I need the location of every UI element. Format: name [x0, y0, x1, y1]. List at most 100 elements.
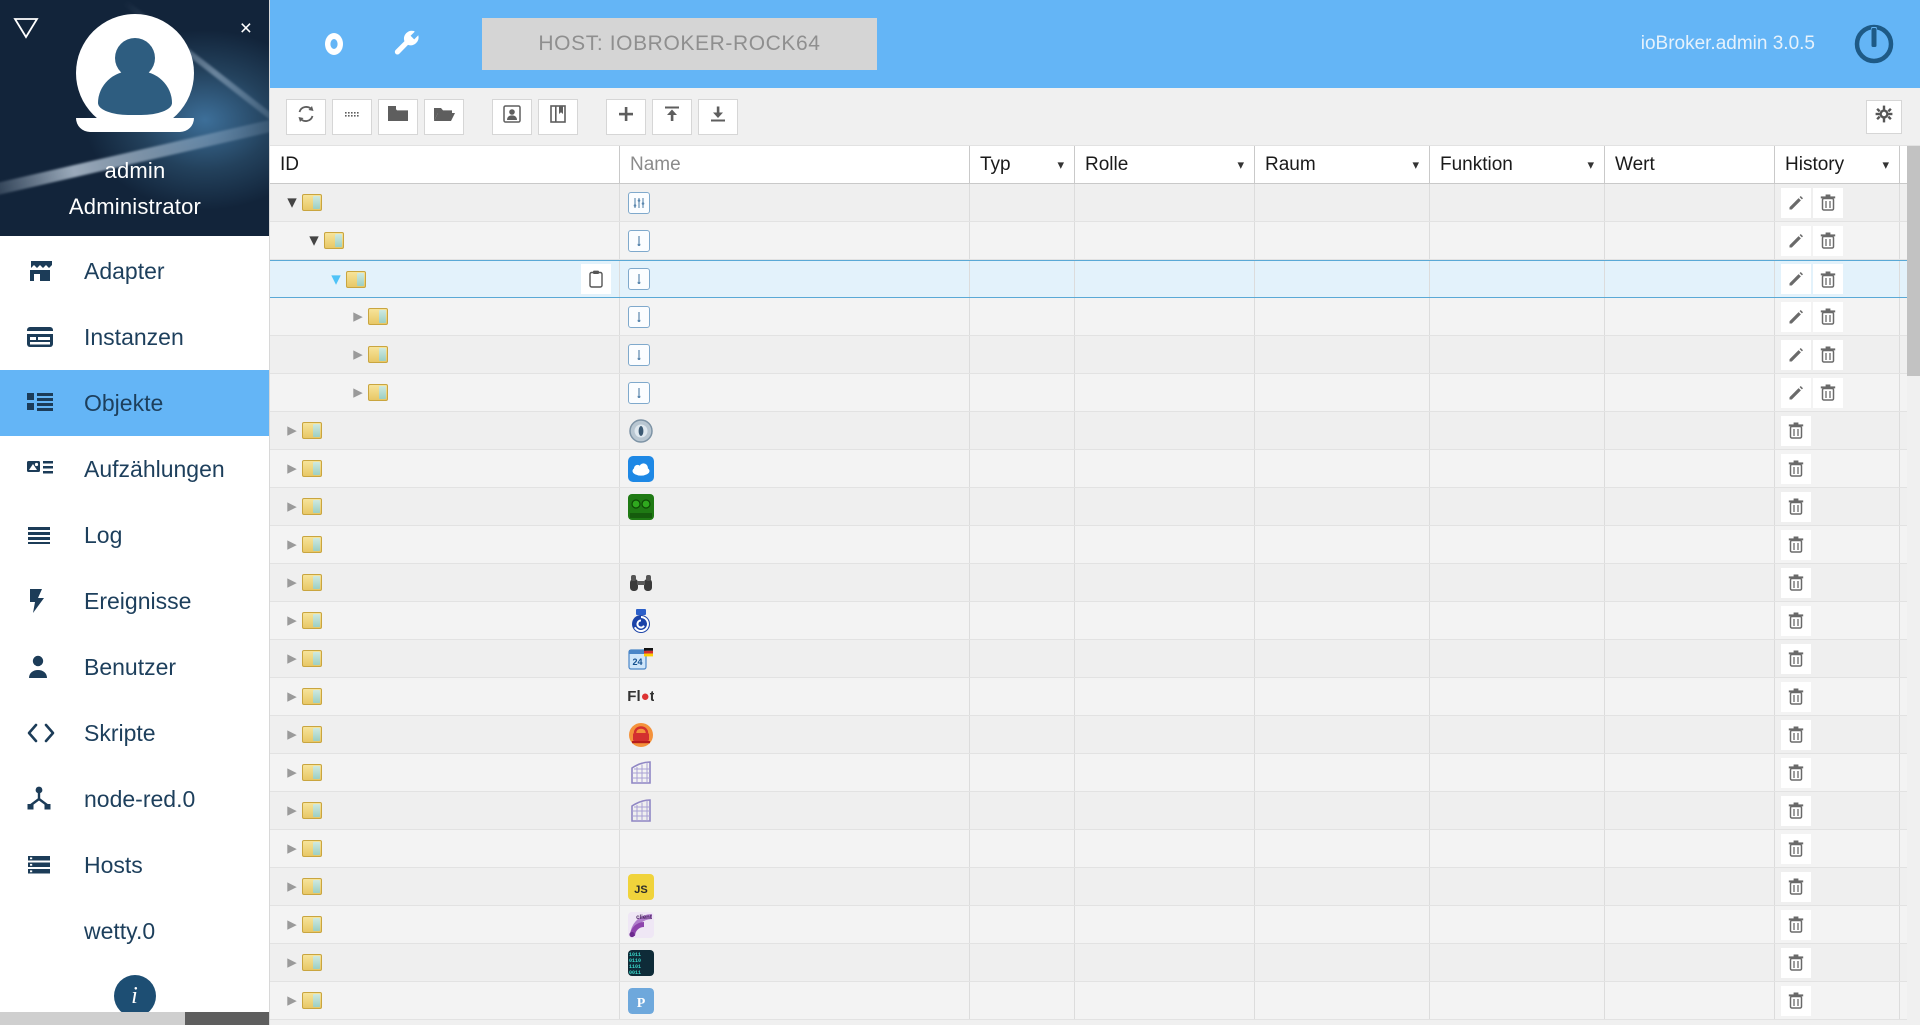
- sidebar-horizontal-scrollbar[interactable]: [0, 1012, 269, 1025]
- cell-wert[interactable]: [1605, 602, 1775, 639]
- tree-collapse-icon[interactable]: ▸: [282, 571, 302, 594]
- cell-rolle[interactable]: [1075, 564, 1255, 601]
- delete-object-button[interactable]: [1813, 301, 1843, 332]
- cell-wert[interactable]: [1605, 564, 1775, 601]
- cell-funktion[interactable]: [1430, 336, 1605, 373]
- cell-wert[interactable]: [1605, 336, 1775, 373]
- cell-name[interactable]: [620, 526, 970, 563]
- cell-funktion[interactable]: [1430, 754, 1605, 791]
- show-users-button[interactable]: [492, 98, 532, 135]
- tree-collapse-icon[interactable]: ▸: [282, 685, 302, 708]
- cell-wert[interactable]: [1605, 716, 1775, 753]
- cell-id[interactable]: ▸: [270, 374, 620, 411]
- cell-wert[interactable]: [1605, 640, 1775, 677]
- table-row[interactable]: ▸: [270, 792, 1920, 830]
- cell-id[interactable]: ▸: [270, 564, 620, 601]
- import-button[interactable]: [652, 98, 692, 135]
- cell-history-actions[interactable]: [1775, 488, 1900, 525]
- cell-rolle[interactable]: [1075, 944, 1255, 981]
- cell-funktion[interactable]: [1430, 298, 1605, 335]
- cell-history-actions[interactable]: [1775, 450, 1900, 487]
- cell-funktion[interactable]: [1430, 602, 1605, 639]
- table-row[interactable]: ▸ 24: [270, 640, 1920, 678]
- cell-typ[interactable]: [970, 830, 1075, 867]
- tree-collapse-icon[interactable]: ▸: [282, 419, 302, 442]
- cell-id[interactable]: ▸: [270, 716, 620, 753]
- cell-id[interactable]: ▸: [270, 412, 620, 449]
- delete-object-button[interactable]: [1781, 833, 1811, 864]
- cell-raum[interactable]: [1255, 564, 1430, 601]
- cell-raum[interactable]: [1255, 488, 1430, 525]
- table-row[interactable]: ▸ JS: [270, 868, 1920, 906]
- cell-rolle[interactable]: [1075, 830, 1255, 867]
- cell-history-actions[interactable]: [1775, 640, 1900, 677]
- cell-typ[interactable]: [970, 298, 1075, 335]
- table-row[interactable]: ▸: [270, 488, 1920, 526]
- table-row[interactable]: ▸: [270, 602, 1920, 640]
- cell-name[interactable]: [620, 830, 970, 867]
- collapse-sidebar-icon[interactable]: [10, 12, 42, 44]
- edit-object-button[interactable]: [1781, 301, 1811, 332]
- table-settings-button[interactable]: [1866, 99, 1902, 134]
- cell-typ[interactable]: [970, 792, 1075, 829]
- table-row[interactable]: ▾: [270, 184, 1920, 222]
- delete-object-button[interactable]: [1781, 681, 1811, 712]
- edit-object-button[interactable]: [1781, 377, 1811, 408]
- table-row[interactable]: ▸ client: [270, 906, 1920, 944]
- cell-funktion[interactable]: [1430, 944, 1605, 981]
- cell-rolle[interactable]: [1075, 374, 1255, 411]
- cell-wert[interactable]: [1605, 298, 1775, 335]
- host-selector[interactable]: HOST: IOBROKER-ROCK64: [482, 18, 877, 70]
- cell-raum[interactable]: [1255, 944, 1430, 981]
- tree-expand-icon[interactable]: ▾: [282, 191, 302, 214]
- table-scrollbar-thumb[interactable]: [1907, 146, 1920, 376]
- cell-wert[interactable]: [1605, 261, 1775, 297]
- sidebar-item-instanzen[interactable]: Instanzen: [0, 304, 269, 370]
- cell-funktion[interactable]: [1430, 222, 1605, 259]
- cell-funktion[interactable]: [1430, 678, 1605, 715]
- cell-funktion[interactable]: [1430, 868, 1605, 905]
- table-row[interactable]: ▸ P: [270, 982, 1920, 1020]
- add-object-button[interactable]: [606, 98, 646, 135]
- cell-funktion[interactable]: [1430, 412, 1605, 449]
- table-row[interactable]: ▸: [270, 412, 1920, 450]
- cell-raum[interactable]: [1255, 298, 1430, 335]
- column-header-id[interactable]: ID: [270, 146, 620, 183]
- cell-funktion[interactable]: [1430, 488, 1605, 525]
- cell-id[interactable]: ▸: [270, 450, 620, 487]
- cell-name[interactable]: [620, 716, 970, 753]
- export-button[interactable]: [698, 98, 738, 135]
- chevron-down-icon[interactable]: ▾: [1412, 157, 1419, 173]
- cell-history-actions[interactable]: [1775, 184, 1900, 221]
- table-row[interactable]: ▸: [270, 754, 1920, 792]
- cell-rolle[interactable]: [1075, 678, 1255, 715]
- tree-collapse-icon[interactable]: ▸: [282, 761, 302, 784]
- cell-history-actions[interactable]: [1775, 830, 1900, 867]
- cell-id[interactable]: ▾: [270, 261, 620, 297]
- cell-rolle[interactable]: [1075, 602, 1255, 639]
- sidebar-scrollbar-thumb[interactable]: [0, 1012, 185, 1025]
- cell-id[interactable]: ▾: [270, 222, 620, 259]
- cell-id[interactable]: ▸: [270, 526, 620, 563]
- cell-rolle[interactable]: [1075, 450, 1255, 487]
- tree-collapse-icon[interactable]: ▸: [282, 723, 302, 746]
- cell-funktion[interactable]: [1430, 830, 1605, 867]
- delete-object-button[interactable]: [1781, 795, 1811, 826]
- chevron-down-icon[interactable]: ▾: [1057, 157, 1064, 173]
- cell-rolle[interactable]: [1075, 868, 1255, 905]
- table-row[interactable]: ▸: [270, 830, 1920, 868]
- cell-id[interactable]: ▸: [270, 488, 620, 525]
- cell-id[interactable]: ▸: [270, 336, 620, 373]
- sidebar-item-wetty-0[interactable]: wetty.0: [0, 898, 269, 964]
- cell-wert[interactable]: [1605, 450, 1775, 487]
- table-row[interactable]: ▸: [270, 374, 1920, 412]
- delete-object-button[interactable]: [1781, 605, 1811, 636]
- cell-funktion[interactable]: [1430, 261, 1605, 297]
- cell-typ[interactable]: [970, 184, 1075, 221]
- cell-wert[interactable]: [1605, 526, 1775, 563]
- cell-id[interactable]: ▸: [270, 298, 620, 335]
- expand-folder-button[interactable]: [424, 98, 464, 135]
- cell-id[interactable]: ▸: [270, 830, 620, 867]
- cell-history-actions[interactable]: [1775, 716, 1900, 753]
- delete-object-button[interactable]: [1781, 947, 1811, 978]
